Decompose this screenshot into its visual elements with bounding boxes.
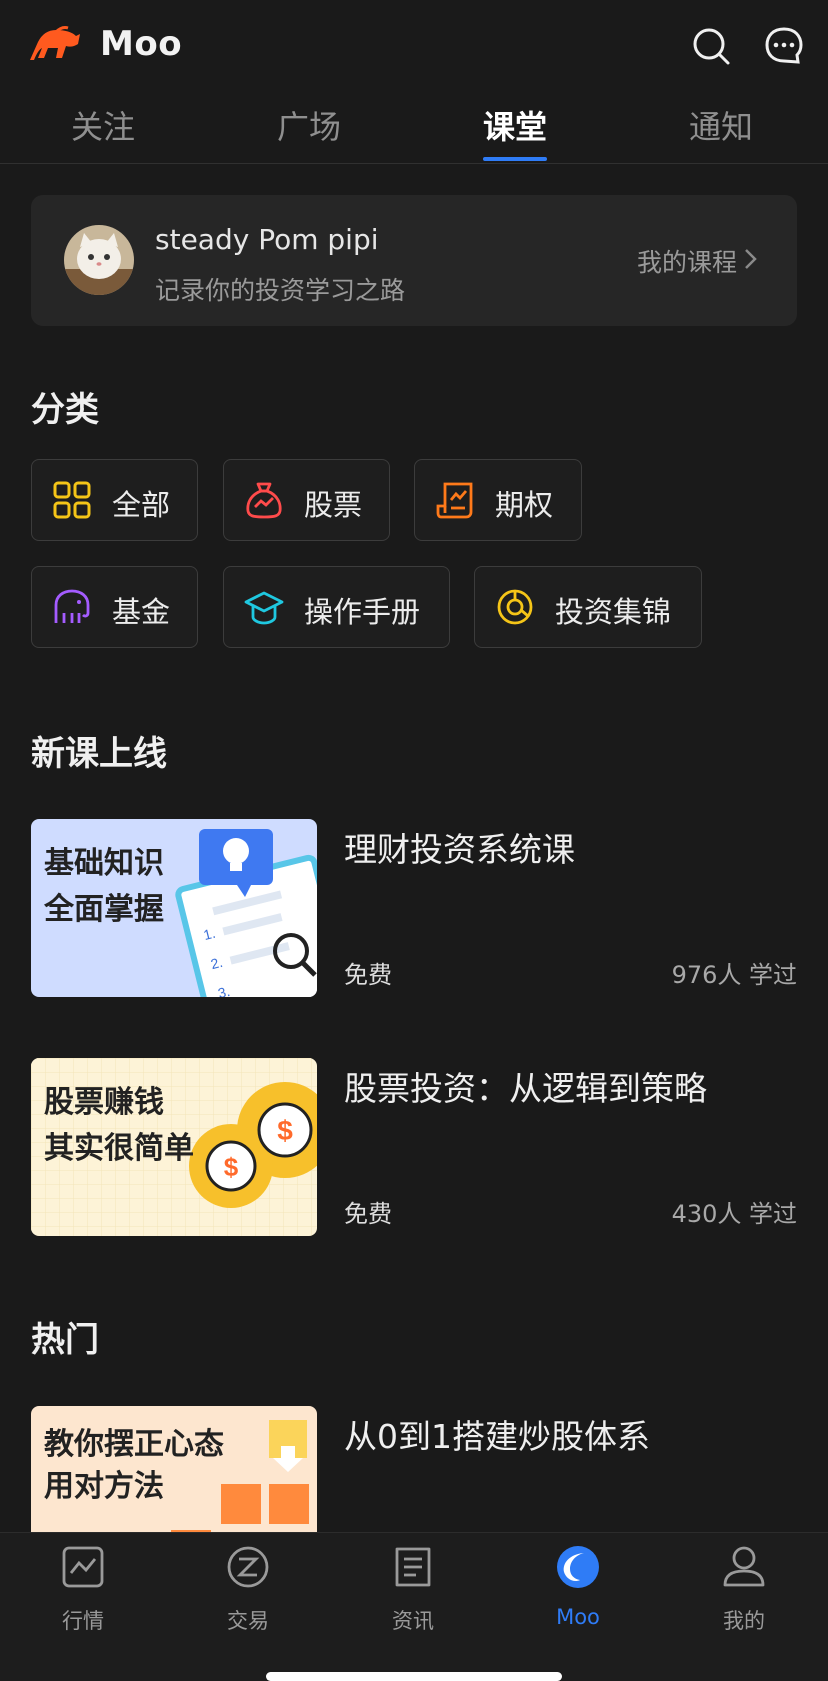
- hot-title: 热门: [31, 1320, 99, 1360]
- nav-news[interactable]: 资讯: [353, 1545, 473, 1645]
- elephant-icon: [54, 589, 90, 623]
- active-tab-indicator: [483, 157, 547, 161]
- avatar[interactable]: [64, 225, 134, 295]
- nav-label: Moo: [556, 1605, 600, 1629]
- category-highlights[interactable]: 投资集锦: [474, 566, 702, 648]
- course-thumbnail[interactable]: $ $ 股票赚钱 其实很简单: [31, 1058, 317, 1236]
- category-options[interactable]: 期权: [414, 459, 582, 541]
- course-card[interactable]: $ $ 股票赚钱 其实很简单 股票投资：从逻辑到策略 免费 430人 学过: [31, 1058, 797, 1236]
- course-card[interactable]: 教你摆正心态 用对方法 从0到1搭建炒股体系: [31, 1406, 797, 1532]
- course-learners: 976人 学过: [671, 961, 797, 989]
- category-all[interactable]: 全部: [31, 459, 198, 541]
- course-title[interactable]: 股票投资：从逻辑到策略: [344, 1062, 707, 1110]
- profile-card[interactable]: steady Pom pipi 记录你的投资学习之路 我的课程: [31, 195, 797, 326]
- bottom-navigation: 行情 交易 资讯 Moo 我的: [0, 1532, 828, 1681]
- category-label: 全部: [112, 488, 171, 522]
- course-learners: 430人 学过: [671, 1200, 797, 1228]
- moo-icon: [557, 1546, 599, 1588]
- category-funds[interactable]: 基金: [31, 566, 198, 648]
- graduation-cap-icon: [244, 591, 284, 625]
- category-label: 期权: [495, 488, 554, 522]
- profile-subtitle: 记录你的投资学习之路: [155, 276, 406, 305]
- tab-square[interactable]: 广场: [239, 102, 379, 154]
- category-label: 股票: [304, 488, 363, 522]
- nav-market[interactable]: 行情: [23, 1545, 143, 1645]
- nav-label: 交易: [227, 1609, 269, 1633]
- course-price: 免费: [344, 961, 392, 989]
- feed-tabs: 关注 广场 课堂 通知: [0, 92, 828, 164]
- news-icon: [395, 1547, 431, 1587]
- profile-name: steady Pom pipi: [155, 223, 379, 256]
- top-bar: Moo: [0, 0, 828, 92]
- thumbnail-caption: 全面掌握: [44, 892, 164, 927]
- app-title: Moo: [100, 24, 183, 64]
- tab-follow[interactable]: 关注: [33, 102, 173, 154]
- course-thumbnail[interactable]: 教你摆正心态 用对方法: [31, 1406, 317, 1532]
- profile-icon: [723, 1546, 765, 1587]
- bull-logo-icon[interactable]: [26, 24, 82, 64]
- money-bag-icon: [246, 482, 282, 519]
- svg-text:$: $: [224, 1152, 239, 1182]
- chevron-right-icon: [745, 249, 757, 269]
- market-chart-icon: [62, 1546, 104, 1588]
- tab-notifications[interactable]: 通知: [651, 102, 791, 154]
- category-stocks[interactable]: 股票: [223, 459, 390, 541]
- category-manual[interactable]: 操作手册: [223, 566, 450, 648]
- thumbnail-caption: 其实很简单: [44, 1131, 194, 1166]
- course-price: 免费: [344, 1200, 392, 1228]
- nav-profile[interactable]: 我的: [684, 1545, 804, 1645]
- document-chart-icon: [436, 482, 473, 519]
- category-label: 基金: [112, 595, 171, 629]
- nav-label: 我的: [723, 1609, 765, 1633]
- nav-trade[interactable]: 交易: [188, 1545, 308, 1645]
- home-indicator: [266, 1672, 562, 1681]
- thumbnail-caption: 股票赚钱: [44, 1085, 164, 1120]
- grid-icon: [53, 481, 91, 519]
- category-label: 投资集锦: [555, 595, 672, 629]
- course-thumbnail[interactable]: 1. 2. 3. 基础知识 全面掌握: [31, 819, 317, 997]
- svg-text:$: $: [277, 1115, 293, 1146]
- categories-title: 分类: [31, 390, 99, 430]
- nav-label: 行情: [62, 1609, 104, 1633]
- thumbnail-caption: 用对方法: [44, 1469, 164, 1504]
- nav-label: 资讯: [392, 1609, 434, 1633]
- course-card[interactable]: 1. 2. 3. 基础知识 全面掌握 理财投资系统课 免费 976人 学过: [31, 819, 797, 997]
- thumbnail-caption: 基础知识: [44, 846, 164, 881]
- thumbnail-caption: 教你摆正心态: [44, 1427, 224, 1462]
- trade-icon: [227, 1546, 269, 1588]
- course-title[interactable]: 理财投资系统课: [344, 823, 575, 871]
- nav-moo[interactable]: Moo: [518, 1545, 638, 1645]
- my-courses-link[interactable]: 我的课程: [637, 243, 737, 279]
- chat-bubble-icon[interactable]: [764, 26, 804, 66]
- pie-chart-icon: [497, 589, 533, 625]
- tab-classroom[interactable]: 课堂: [445, 102, 585, 154]
- course-title[interactable]: 从0到1搭建炒股体系: [344, 1410, 650, 1458]
- category-label: 操作手册: [304, 595, 421, 629]
- search-icon[interactable]: [691, 26, 731, 66]
- new-courses-title: 新课上线: [31, 734, 167, 774]
